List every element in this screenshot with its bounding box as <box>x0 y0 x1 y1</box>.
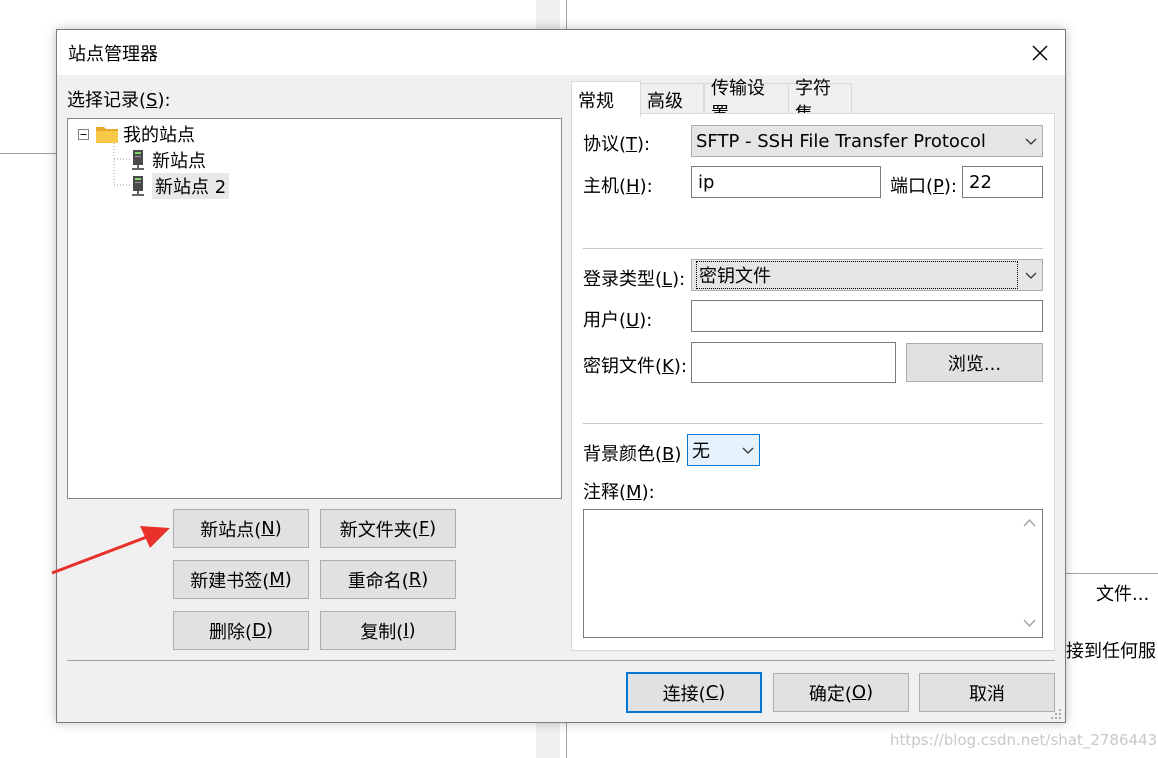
ok-button[interactable]: 确定(O) <box>773 673 909 712</box>
logon-type-label: 登录类型(L): <box>583 269 686 290</box>
close-icon <box>1032 45 1048 60</box>
protocol-select[interactable]: SFTP - SSH File Transfer Protocol <box>691 125 1043 157</box>
annotation-arrow-icon <box>51 526 170 575</box>
user-input[interactable] <box>691 300 1043 332</box>
scroll-up-icon[interactable] <box>1023 518 1036 528</box>
close-button[interactable] <box>1015 30 1065 75</box>
resize-grip-icon[interactable] <box>1050 708 1062 720</box>
dialog-title: 站点管理器 <box>68 44 158 65</box>
rename-button[interactable]: 重命名(R) <box>320 560 456 599</box>
connect-button[interactable]: 连接(C) <box>626 672 762 713</box>
folder-icon <box>96 127 118 143</box>
watermark-text: https://blog.csdn.net/shat_27864435 <box>890 731 1158 749</box>
tree-item-label: 新站点 <box>152 151 206 172</box>
background-bottom-strip <box>536 723 560 758</box>
server-icon <box>132 176 144 196</box>
chevron-down-icon <box>1025 272 1037 279</box>
new-site-button[interactable]: 新站点(N) <box>173 509 309 548</box>
tab-transfer-settings[interactable]: 传输设置 <box>704 78 789 125</box>
host-label: 主机(H): <box>583 176 653 197</box>
background-divider-line <box>0 153 56 154</box>
background-color-label: 背景颜色(B) <box>583 444 682 465</box>
delete-button[interactable]: 删除(D) <box>173 611 309 650</box>
background-status-text: 接到任何服 <box>1066 641 1156 662</box>
user-label: 用户(U): <box>583 310 653 331</box>
protocol-label: 协议(T): <box>583 134 651 155</box>
browse-button[interactable]: 浏览... <box>906 343 1043 382</box>
chevron-down-icon <box>1025 138 1037 145</box>
key-file-input[interactable] <box>691 342 896 383</box>
dialog-titlebar: 站点管理器 <box>57 30 1065 75</box>
host-input[interactable]: ip <box>691 166 881 198</box>
site-tree[interactable]: 我的站点 新站点 新站点 2 <box>67 118 562 499</box>
tree-root-label: 我的站点 <box>123 125 195 146</box>
comment-textarea[interactable] <box>583 509 1043 638</box>
server-icon <box>132 150 144 170</box>
copy-button[interactable]: 复制(I) <box>320 611 456 650</box>
separator <box>583 423 1043 424</box>
comment-scrollbar[interactable] <box>1017 510 1042 637</box>
scroll-down-icon[interactable] <box>1023 618 1036 628</box>
new-folder-button[interactable]: 新文件夹(F) <box>320 509 456 548</box>
background-files-button[interactable]: 文件... <box>1096 580 1149 606</box>
footer-separator <box>67 660 1055 661</box>
separator <box>583 248 1043 249</box>
background-splitter-line <box>566 0 567 30</box>
background-color-select[interactable]: 无 <box>687 434 760 466</box>
tab-charset[interactable]: 字符集 <box>788 78 852 125</box>
logon-type-select[interactable]: 密钥文件 <box>691 259 1043 291</box>
port-label: 端口(P): <box>890 176 957 197</box>
port-input[interactable]: 22 <box>962 166 1043 198</box>
background-scroll-strip <box>536 0 560 30</box>
tree-item-label: 新站点 2 <box>152 173 230 199</box>
site-manager-dialog: 站点管理器 选择记录(S): 我的站点 新站点 新站点 2 新站点(N) 新… <box>56 29 1066 723</box>
cancel-button[interactable]: 取消 <box>919 673 1055 712</box>
new-bookmark-button[interactable]: 新建书签(M) <box>173 560 309 599</box>
tab-advanced[interactable]: 高级 <box>640 83 704 115</box>
tab-general[interactable]: 常规 <box>571 81 641 117</box>
tree-item-site-1[interactable]: 新站点 <box>130 147 206 173</box>
select-entry-label: 选择记录(S): <box>67 90 171 111</box>
tree-item-site-2[interactable]: 新站点 2 <box>130 173 230 199</box>
key-file-label: 密钥文件(K): <box>583 356 687 377</box>
chevron-down-icon <box>742 447 754 454</box>
background-splitter-line-bottom <box>566 723 567 758</box>
background-right-line <box>1066 573 1158 574</box>
comment-label: 注释(M): <box>583 482 655 503</box>
collapse-icon[interactable] <box>78 128 89 140</box>
tree-root-my-sites[interactable]: 我的站点 <box>78 121 195 147</box>
